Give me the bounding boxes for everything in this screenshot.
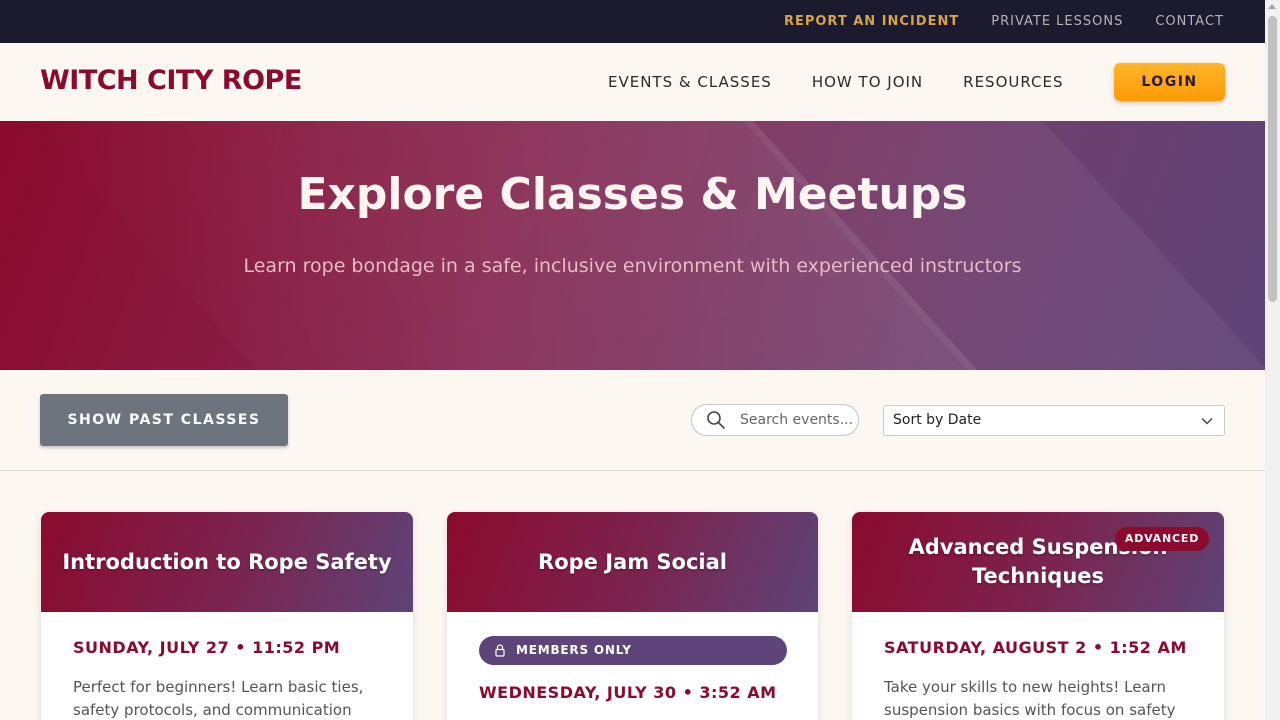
advanced-badge: ADVANCED [1115,527,1209,551]
event-card-header: Introduction to Rope Safety [41,512,413,612]
event-card-date: SATURDAY, AUGUST 2 • 1:52 AM [884,638,1187,657]
event-card-date: WEDNESDAY, JULY 30 • 3:52 AM [479,683,777,702]
event-card[interactable]: Rope Jam Social MEMBERS ONLY WEDNESDAY, … [447,512,818,720]
nav-how-to-join[interactable]: HOW TO JOIN [812,73,923,91]
sort-select-value: Sort by Date [893,412,982,428]
sort-select[interactable]: Sort by Date [883,405,1225,436]
event-card-description: Perfect for beginners! Learn basic ties,… [73,678,364,719]
hero-title: Explore Classes & Meetups [297,169,968,220]
report-incident-link[interactable]: REPORT AN INCIDENT [784,14,959,29]
scroll-up-arrow-icon[interactable] [1268,4,1276,9]
top-utility-bar: REPORT AN INCIDENT PRIVATE LESSONS CONTA… [0,0,1265,43]
search-box[interactable] [691,404,859,436]
event-card-description: Take your skills to new heights! Learn s… [884,678,1176,719]
nav-events-classes[interactable]: EVENTS & CLASSES [608,73,772,91]
event-card-title: Introduction to Rope Safety [62,549,392,574]
private-lessons-link[interactable]: PRIVATE LESSONS [991,14,1123,29]
hero-banner: Explore Classes & Meetups Learn rope bon… [0,121,1265,370]
event-card[interactable]: Advanced Suspension Techniques ADVANCED … [852,512,1224,720]
site-header: WITCH CITY ROPE EVENTS & CLASSES HOW TO … [0,43,1265,121]
event-card[interactable]: Introduction to Rope Safety SUNDAY, JULY… [41,512,413,720]
event-card-header: Advanced Suspension Techniques ADVANCED [852,512,1224,612]
filter-bar: SHOW PAST CLASSES Sort by Date [0,370,1265,471]
scrollbar-thumb[interactable] [1268,16,1277,302]
show-past-classes-button[interactable]: SHOW PAST CLASSES [40,394,288,446]
event-card-date: SUNDAY, JULY 27 • 11:52 PM [73,638,341,657]
search-icon [707,411,725,429]
search-input[interactable] [740,409,854,431]
event-card-header: Rope Jam Social [447,512,818,612]
chevron-down-icon [1201,418,1213,425]
event-card-title: Rope Jam Social [538,549,727,574]
contact-link[interactable]: CONTACT [1155,14,1224,29]
page-scrollbar[interactable] [1265,0,1280,720]
main-nav: EVENTS & CLASSES HOW TO JOIN RESOURCES [608,43,1064,121]
login-button[interactable]: LOGIN [1114,63,1225,101]
members-only-label: MEMBERS ONLY [516,643,632,657]
site-logo[interactable]: WITCH CITY ROPE [40,65,302,96]
hero-subtitle: Learn rope bondage in a safe, inclusive … [243,255,1022,277]
members-only-tag: MEMBERS ONLY [479,636,787,665]
nav-resources[interactable]: RESOURCES [963,73,1063,91]
utility-links: REPORT AN INCIDENT PRIVATE LESSONS CONTA… [784,0,1224,43]
lock-icon [495,644,505,657]
